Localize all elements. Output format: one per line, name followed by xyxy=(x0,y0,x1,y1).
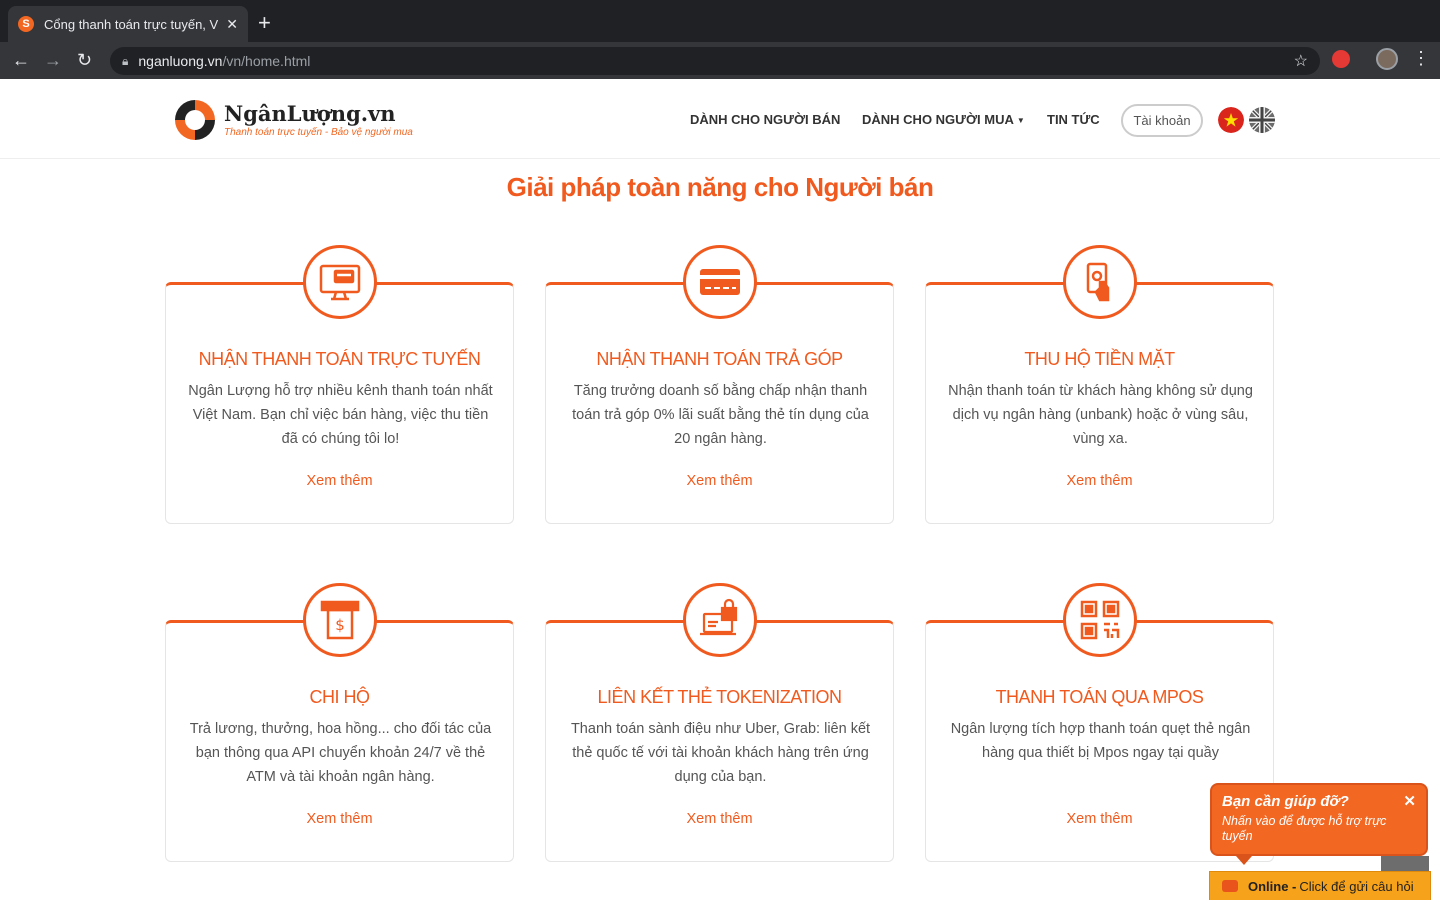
site-favicon-icon: S xyxy=(18,16,34,32)
card-description: Trả lương, thưởng, hoa hồng... cho đối t… xyxy=(189,721,492,785)
star-icon[interactable]: ☆ xyxy=(1294,51,1308,71)
profile-avatar[interactable] xyxy=(1376,48,1398,70)
online-text: Click để gửi câu hỏi xyxy=(1299,878,1414,894)
browser-toolbar: ← → ↻ 🔒︎ nganluong.vn/vn/home.html ☆ xyxy=(0,42,1440,79)
scroll-to-top-button[interactable] xyxy=(1381,856,1429,872)
site-logo[interactable]: NgânLượng.vn Thanh toán trực tuyến - Bảo… xyxy=(172,97,413,145)
help-subtitle: Nhấn vào để được hỗ trợ trực tuyến xyxy=(1222,814,1387,843)
browser-tab[interactable]: S Cổng thanh toán trực tuyến, Ví ✕ xyxy=(8,6,248,42)
forward-arrow-icon[interactable]: → xyxy=(44,50,62,70)
card-title: THU HỘ TIỀN MẶT xyxy=(1024,349,1175,369)
help-title: Bạn cần giúp đỡ? xyxy=(1222,793,1349,810)
online-chat-bar[interactable]: Online - Click để gửi câu hỏi xyxy=(1209,871,1431,900)
nav-sellers[interactable]: DÀNH CHO NGƯỜI BÁN xyxy=(690,112,840,127)
monitor-card-icon xyxy=(303,245,377,319)
vietnam-flag[interactable] xyxy=(1218,107,1244,133)
card-title: CHI HỘ xyxy=(309,687,371,707)
new-tab-icon[interactable]: + xyxy=(258,12,271,34)
help-popup-tail xyxy=(1236,856,1252,865)
nav-news[interactable]: TIN TỨC xyxy=(1047,112,1100,127)
chat-bubble-icon xyxy=(1222,880,1238,892)
section-title: Giải pháp toàn năng cho Người bán xyxy=(506,172,934,202)
card-description: Thanh toán sành điệu như Uber, Grab: liê… xyxy=(570,721,871,785)
card-installment: NHẬN THANH TOÁN TRẢ GÓP Tăng trưởng doan… xyxy=(545,245,894,524)
card-description: Nhận thanh toán từ khách hàng không sử d… xyxy=(948,383,1253,447)
card-disbursement: $ CHI HỘ Trả lương, thưởng, hoa hồng... … xyxy=(165,583,514,862)
logo-tagline: Thanh toán trực tuyến - Bảo vệ người mua xyxy=(224,127,413,138)
see-more-link[interactable]: Xem thêm xyxy=(546,811,893,827)
browser-tab-strip: S Cổng thanh toán trực tuyến, Ví ✕ + xyxy=(0,0,1440,42)
see-more-link[interactable]: Xem thêm xyxy=(166,473,513,489)
site-header: NgânLượng.vn Thanh toán trực tuyến - Bảo… xyxy=(0,79,1440,159)
tab-close-icon[interactable]: ✕ xyxy=(226,16,238,33)
card-cash-collection: THU HỘ TIỀN MẶT Nhận thanh toán từ khách… xyxy=(925,245,1274,524)
lock-icon: 🔒︎ xyxy=(122,53,129,68)
credit-card-icon xyxy=(683,245,757,319)
uk-flag[interactable] xyxy=(1249,107,1275,133)
address-bar[interactable]: 🔒︎ nganluong.vn/vn/home.html ☆ xyxy=(110,47,1320,75)
tab-title: Cổng thanh toán trực tuyến, Ví xyxy=(44,16,219,32)
card-description: Ngân Lượng hỗ trợ nhiều kênh thanh toán … xyxy=(188,383,493,447)
online-label: Online - xyxy=(1248,878,1297,894)
account-button[interactable]: Tài khoản xyxy=(1121,104,1203,137)
nav-buyers-label: DÀNH CHO NGƯỜI MUA xyxy=(862,112,1014,127)
card-title: THANH TOÁN QUA MPOS xyxy=(995,687,1204,707)
reload-icon[interactable]: ↻ xyxy=(77,50,92,70)
menu-dots-icon[interactable]: ⋮ xyxy=(1412,48,1430,68)
card-tokenization: LIÊN KẾT THẺ TOKENIZATION Thanh toán sàn… xyxy=(545,583,894,862)
url-path: /vn/home.html xyxy=(222,53,311,69)
help-popup[interactable]: Bạn cần giúp đỡ? Nhấn vào để được hỗ trợ… xyxy=(1210,783,1428,856)
laptop-lock-icon xyxy=(683,583,757,657)
logo-brand: NgânLượng.vn xyxy=(224,101,396,126)
atm-cash-icon: $ xyxy=(303,583,377,657)
logo-swirl-icon xyxy=(174,99,216,141)
see-more-link[interactable]: Xem thêm xyxy=(166,811,513,827)
card-description: Ngân lượng tích hợp thanh toán quẹt thẻ … xyxy=(950,721,1251,761)
extension-icon[interactable] xyxy=(1332,50,1350,68)
see-more-link[interactable]: Xem thêm xyxy=(546,473,893,489)
qr-code-icon xyxy=(1063,583,1137,657)
cash-hand-icon xyxy=(1063,245,1137,319)
card-title: NHẬN THANH TOÁN TRẢ GÓP xyxy=(596,349,843,369)
see-more-link[interactable]: Xem thêm xyxy=(926,473,1273,489)
svg-text:$: $ xyxy=(335,616,345,634)
close-icon[interactable]: ✕ xyxy=(1403,792,1416,810)
card-title: LIÊN KẾT THẺ TOKENIZATION xyxy=(597,687,842,707)
caret-down-icon: ▼ xyxy=(1016,116,1025,126)
back-arrow-icon[interactable]: ← xyxy=(12,50,30,70)
url-host: nganluong.vn xyxy=(138,53,223,69)
card-description: Tăng trưởng doanh số bằng chấp nhận than… xyxy=(572,383,869,447)
card-title: NHẬN THANH TOÁN TRỰC TUYẾN xyxy=(198,349,481,369)
nav-buyers[interactable]: DÀNH CHO NGƯỜI MUA ▼ xyxy=(862,112,1025,127)
card-online-payment: NHẬN THANH TOÁN TRỰC TUYẾN Ngân Lượng hỗ… xyxy=(165,245,514,524)
